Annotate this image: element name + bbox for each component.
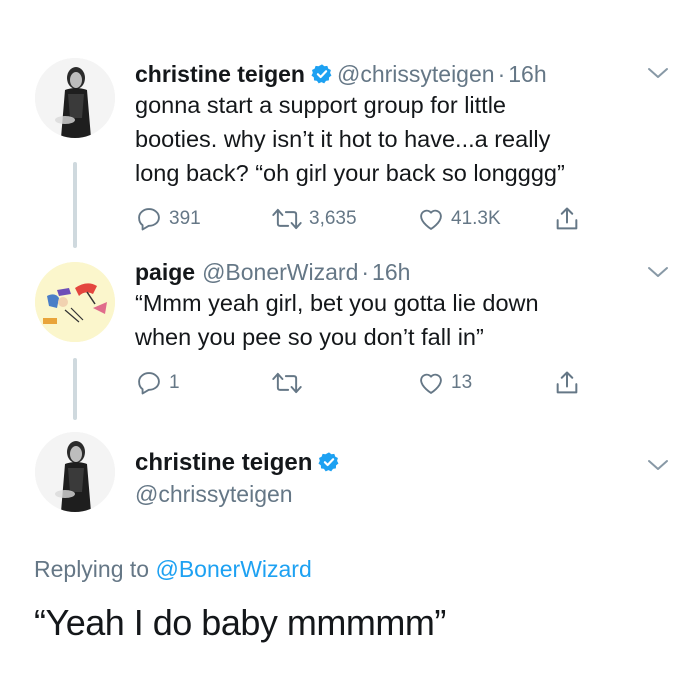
tweet-actions: 391 3,635 41.3K	[135, 205, 595, 235]
author-name[interactable]: christine teigen	[135, 449, 312, 476]
retweet-icon	[272, 208, 302, 230]
chevron-down-icon[interactable]	[647, 458, 669, 477]
reply-count: 1	[169, 372, 180, 393]
retweet-button[interactable]: 3,635	[271, 205, 357, 233]
tweet-text: “Mmm yeah girl, bet you gotta lie down w…	[135, 286, 655, 354]
tweet-line: when you pee so you don’t fall in”	[135, 324, 484, 350]
retweet-icon	[272, 372, 302, 394]
separator-dot: ·	[361, 259, 370, 285]
avatar-illustration	[35, 262, 115, 342]
thread-line-2	[73, 358, 77, 420]
tweet-line: long back? “oh girl your back so longggg…	[135, 160, 565, 186]
avatar-paige[interactable]	[35, 262, 115, 342]
timestamp[interactable]: 16h	[508, 61, 546, 87]
verified-badge-icon	[311, 63, 333, 91]
replying-to: Replying to @BonerWizard	[34, 556, 312, 583]
author-name[interactable]: paige	[135, 259, 195, 285]
author-name[interactable]: christine teigen	[135, 61, 305, 87]
tweet-line: gonna start a support group for little	[135, 92, 506, 118]
like-count: 13	[451, 372, 473, 393]
reply-button[interactable]: 391	[135, 205, 201, 233]
like-button[interactable]: 13	[417, 369, 472, 397]
chevron-down-icon[interactable]	[647, 66, 669, 85]
share-icon	[556, 371, 578, 394]
like-button[interactable]: 41.3K	[417, 205, 501, 233]
reply-button[interactable]: 1	[135, 369, 180, 397]
tweet-text: gonna start a support group for little b…	[135, 88, 655, 190]
separator-dot: ·	[497, 61, 506, 87]
share-button[interactable]	[553, 369, 581, 397]
tweet-line: “Mmm yeah girl, bet you gotta lie down	[135, 290, 539, 316]
chevron-down-icon[interactable]	[647, 265, 669, 284]
focused-tweet-text: “Yeah I do baby mmmmm”	[34, 602, 446, 643]
reply-icon	[138, 208, 160, 231]
replying-handle-link[interactable]: @BonerWizard	[155, 556, 311, 582]
heart-icon	[420, 209, 442, 230]
like-count: 41.3K	[451, 208, 501, 229]
timestamp[interactable]: 16h	[372, 259, 410, 285]
avatar-photo	[35, 58, 115, 138]
reply-icon	[138, 372, 160, 395]
verified-badge-icon	[318, 451, 340, 478]
author-handle[interactable]: @BonerWizard	[202, 259, 358, 285]
replying-prefix: Replying to	[34, 556, 150, 582]
thread-line-1	[73, 162, 77, 248]
retweet-count: 3,635	[309, 208, 357, 229]
tweet-actions: 1 13	[135, 369, 595, 399]
heart-icon	[420, 373, 442, 394]
reply-count: 391	[169, 208, 201, 229]
avatar-christine[interactable]	[35, 432, 115, 512]
avatar-christine[interactable]	[35, 58, 115, 138]
avatar-photo	[35, 432, 115, 512]
author-handle[interactable]: @chrissyteigen	[135, 481, 293, 508]
share-icon	[556, 207, 578, 230]
retweet-button[interactable]	[271, 369, 309, 397]
author-handle[interactable]: @chrissyteigen	[337, 61, 495, 87]
share-button[interactable]	[553, 205, 581, 233]
tweet-line: booties. why isn’t it hot to have...a re…	[135, 126, 551, 152]
